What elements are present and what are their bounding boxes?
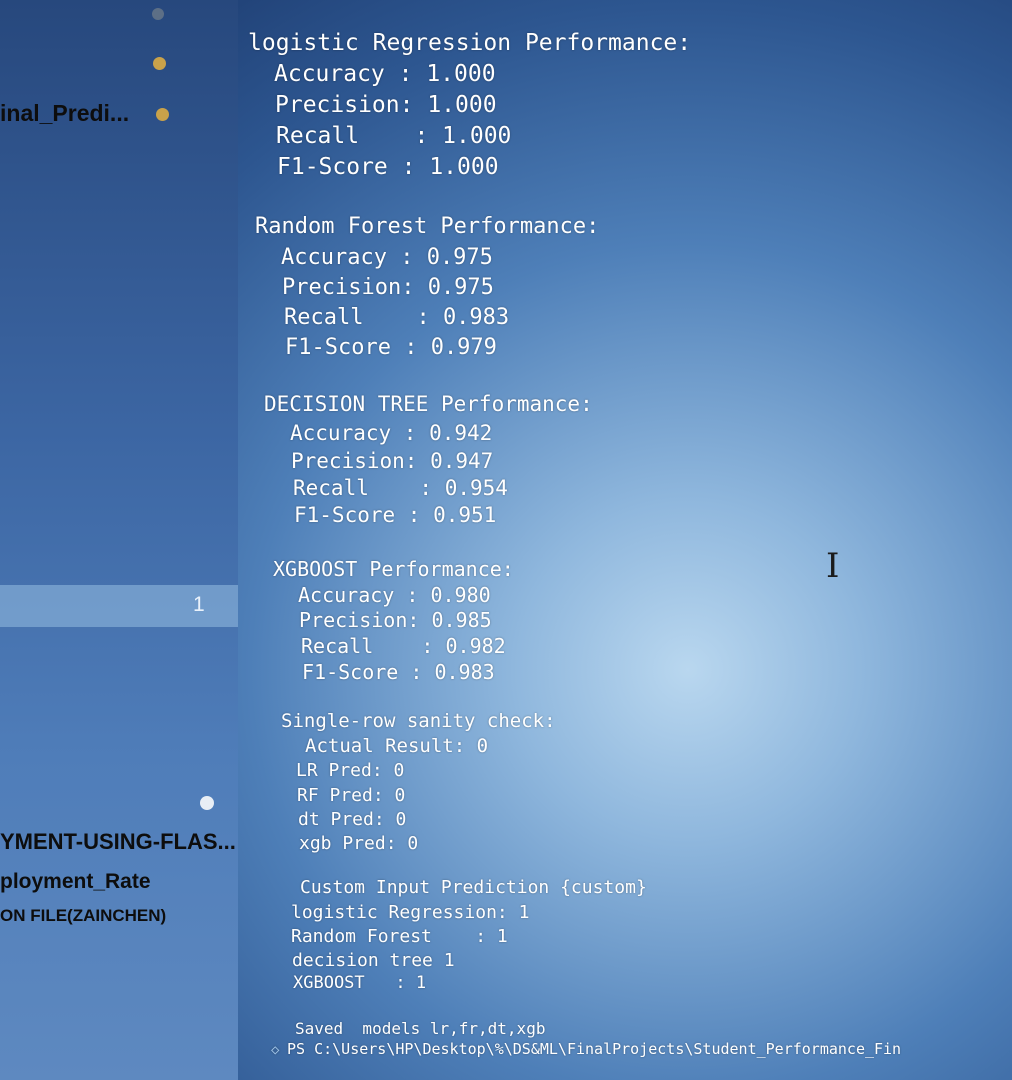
- status-dot-icon: [152, 8, 164, 20]
- problems-badge: 1: [193, 593, 205, 616]
- rf-f1: F1-Score : 0.979: [285, 335, 497, 360]
- rf-title: Random Forest Performance:: [255, 214, 600, 239]
- lr-accuracy: Accuracy : 1.000: [274, 61, 496, 87]
- lr-title: logistic Regression Performance:: [248, 30, 692, 56]
- sanity-xgb-pred: xgb Pred: 0: [299, 833, 419, 854]
- modified-dot-icon: [156, 108, 169, 121]
- xgb-accuracy: Accuracy : 0.980: [298, 583, 491, 607]
- lr-f1: F1-Score : 1.000: [277, 154, 499, 180]
- custom-title: Custom Input Prediction {custom}: [300, 877, 647, 898]
- modified-dot-icon: [153, 57, 166, 70]
- sanity-actual: Actual Result: 0: [305, 735, 489, 757]
- custom-lr: logistic Regression: 1: [291, 902, 530, 923]
- terminal-prompt[interactable]: PS C:\Users\HP\Desktop\%\DS&ML\FinalProj…: [287, 1040, 901, 1058]
- sanity-rf-pred: RF Pred: 0: [297, 785, 406, 806]
- rf-accuracy: Accuracy : 0.975: [281, 245, 493, 270]
- sanity-title: Single-row sanity check:: [281, 710, 556, 732]
- terminal-panel[interactable]: logistic Regression Performance: Accurac…: [238, 0, 1012, 1080]
- custom-rf: Random Forest : 1: [291, 926, 508, 947]
- xgb-title: XGBOOST Performance:: [273, 557, 514, 581]
- rf-recall: Recall : 0.983: [284, 305, 510, 330]
- saved-models-line: Saved models lr,fr,dt,xgb: [295, 1019, 546, 1038]
- sidebar-folder-2[interactable]: ployment_Rate: [0, 870, 151, 894]
- custom-dt: decision tree 1: [292, 950, 455, 971]
- prompt-diamond-icon: ◇: [271, 1042, 280, 1058]
- dt-accuracy: Accuracy : 0.942: [290, 421, 493, 445]
- sanity-dt-pred: dt Pred: 0: [298, 809, 407, 830]
- lr-precision: Precision: 1.000: [275, 92, 497, 118]
- custom-xgb: XGBOOST : 1: [293, 973, 427, 993]
- sidebar-item-file[interactable]: inal_Predi...: [0, 100, 129, 127]
- rf-precision: Precision: 0.975: [282, 275, 494, 300]
- xgb-recall: Recall : 0.982: [301, 634, 506, 658]
- unsaved-dot-icon: [200, 796, 214, 810]
- dt-recall: Recall : 0.954: [293, 476, 508, 500]
- text-cursor-icon: I: [826, 546, 840, 586]
- sidebar-folder-3[interactable]: ON FILE(ZAINCHEN): [0, 906, 166, 926]
- sidebar-folder-1[interactable]: YMENT-USING-FLAS...: [0, 829, 236, 855]
- lr-recall: Recall : 1.000: [276, 123, 512, 149]
- xgb-f1: F1-Score : 0.983: [302, 660, 495, 684]
- dt-precision: Precision: 0.947: [291, 449, 494, 473]
- xgb-precision: Precision: 0.985: [299, 608, 492, 632]
- dt-f1: F1-Score : 0.951: [294, 503, 497, 527]
- sanity-lr-pred: LR Pred: 0: [296, 760, 405, 781]
- explorer-sidebar: inal_Predi... 1 YMENT-USING-FLAS... ploy…: [0, 0, 238, 1080]
- dt-title: DECISION TREE Performance:: [264, 392, 593, 416]
